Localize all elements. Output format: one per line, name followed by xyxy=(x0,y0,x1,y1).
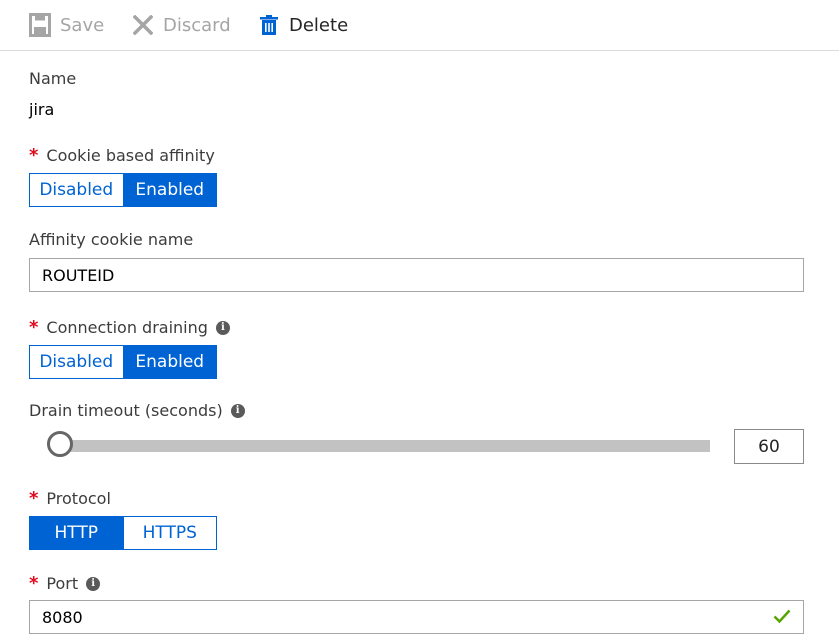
affinity-cookie-name-value: ROUTEID xyxy=(42,265,115,285)
delete-button[interactable]: Delete xyxy=(257,10,348,40)
save-icon xyxy=(28,13,52,37)
info-icon[interactable]: i xyxy=(86,576,101,591)
connection-draining-disabled-option[interactable]: Disabled xyxy=(30,346,123,378)
drain-timeout-value: 60 xyxy=(758,436,780,457)
discard-label: Discard xyxy=(163,14,231,36)
discard-button[interactable]: Discard xyxy=(131,10,231,40)
save-button[interactable]: Save xyxy=(28,10,104,40)
drain-timeout-label: Drain timeout (seconds) i xyxy=(29,401,245,420)
required-marker: * xyxy=(29,145,39,166)
required-marker: * xyxy=(29,573,39,594)
cookie-affinity-label: * Cookie based affinity xyxy=(29,145,215,166)
drain-timeout-input[interactable]: 60 xyxy=(734,429,804,464)
protocol-toggle: HTTP HTTPS xyxy=(29,516,217,550)
save-label: Save xyxy=(60,14,105,36)
command-bar: Save Discard Delete xyxy=(0,0,839,51)
connection-draining-enabled-option[interactable]: Enabled xyxy=(122,346,216,378)
delete-label: Delete xyxy=(289,14,349,36)
port-value: 8080 xyxy=(42,607,83,627)
cookie-affinity-toggle: Disabled Enabled xyxy=(29,173,217,207)
protocol-http-option[interactable]: HTTP xyxy=(30,517,123,549)
drain-timeout-slider-thumb[interactable] xyxy=(47,431,73,457)
affinity-cookie-name-input[interactable]: ROUTEID xyxy=(29,258,804,292)
protocol-label: * Protocol xyxy=(29,488,111,509)
affinity-cookie-name-label: Affinity cookie name xyxy=(29,230,194,249)
close-icon xyxy=(131,13,155,37)
port-label: * Port i xyxy=(29,573,101,594)
drain-timeout-slider-track[interactable] xyxy=(62,440,710,452)
required-marker: * xyxy=(29,317,39,338)
required-marker: * xyxy=(29,488,39,509)
checkmark-icon xyxy=(773,608,791,628)
name-label: Name xyxy=(29,69,77,88)
connection-draining-toggle: Disabled Enabled xyxy=(29,345,217,379)
connection-draining-label: * Connection draining i xyxy=(29,317,230,338)
trash-icon xyxy=(257,13,281,37)
protocol-https-option[interactable]: HTTPS xyxy=(122,517,216,549)
port-input[interactable]: 8080 xyxy=(29,600,804,634)
cookie-affinity-disabled-option[interactable]: Disabled xyxy=(30,174,123,206)
info-icon[interactable]: i xyxy=(230,403,245,418)
info-icon[interactable]: i xyxy=(215,320,230,335)
name-value: jira xyxy=(29,100,55,119)
cookie-affinity-enabled-option[interactable]: Enabled xyxy=(122,174,216,206)
